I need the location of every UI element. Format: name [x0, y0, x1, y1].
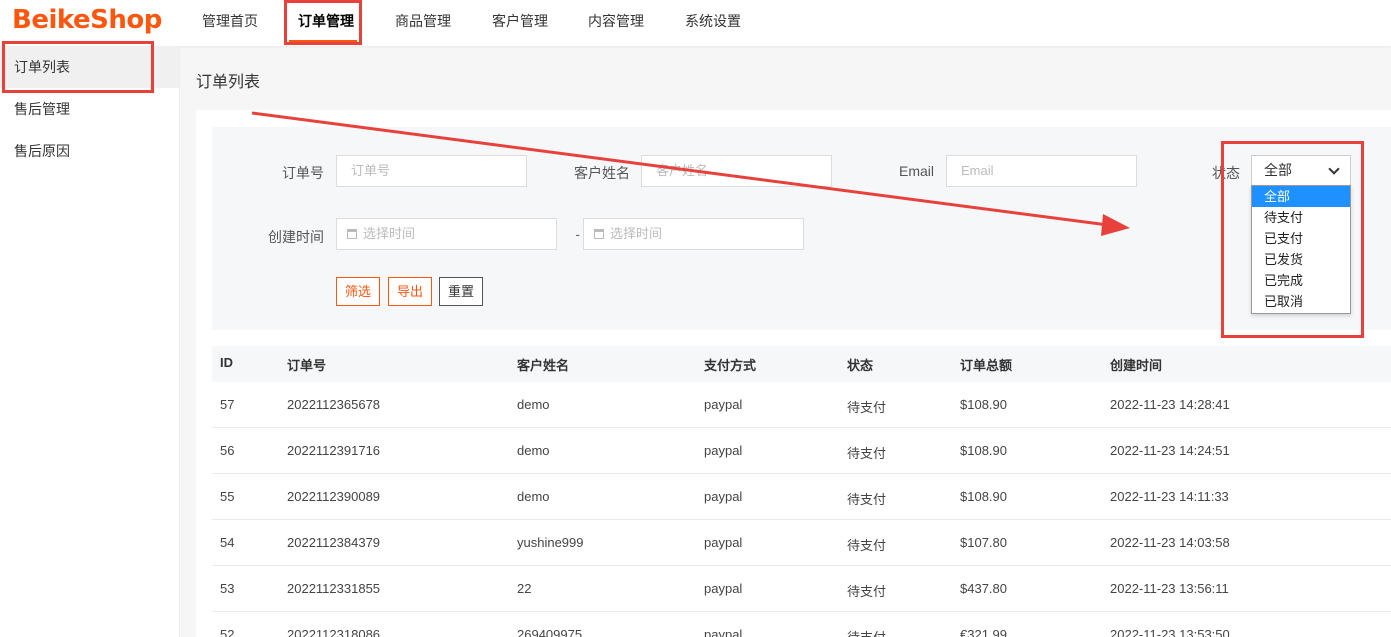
cell-status: 待支付 [847, 400, 887, 415]
cell-status: 待支付 [847, 538, 887, 553]
start-date-placeholder: 选择时间 [363, 226, 416, 241]
cell-customer: 269409975 [517, 627, 583, 637]
cell-id: 55 [220, 489, 235, 504]
cell-order-no: 2022112390089 [287, 489, 381, 504]
cell-status: 待支付 [847, 446, 887, 461]
sidebar-item-after-sales[interactable]: 售后管理 [0, 88, 179, 130]
cell-status: 待支付 [847, 627, 886, 637]
table-header: ID 订单号 客户姓名 支付方式 状态 订单总额 创建时间 [212, 346, 1391, 382]
calendar-icon [347, 229, 357, 239]
annotation-highlight-status-dropdown [1221, 141, 1364, 338]
customer-name-label: 客户姓名 [574, 165, 630, 181]
brand-logo[interactable]: BeikeShop [12, 5, 162, 35]
column-header-created: 创建时间 [1110, 358, 1163, 373]
cell-customer: demo [517, 443, 550, 458]
cell-payment: paypal [704, 627, 743, 637]
cell-total: $108.90 [960, 397, 1007, 412]
cell-id: 57 [220, 397, 235, 412]
annotation-highlight-sidebar-order-list [2, 41, 154, 93]
cell-status: 待支付 [847, 492, 887, 507]
cell-id: 54 [220, 535, 235, 550]
date-range-separator: - [575, 226, 580, 242]
cell-payment: paypal [704, 489, 743, 504]
sidebar: 订单列表 售后管理 售后原因 [0, 46, 180, 637]
cell-order-no: 2022112365678 [287, 397, 381, 412]
cell-total: $107.80 [960, 535, 1007, 550]
cell-status: 待支付 [847, 584, 887, 599]
cell-created: 2022-11-23 14:03:58 [1110, 535, 1230, 550]
export-button[interactable]: 导出 [388, 277, 433, 306]
column-header-id: ID [220, 355, 233, 370]
cell-created: 2022-11-23 14:28:41 [1110, 397, 1230, 412]
column-header-payment: 支付方式 [704, 358, 757, 373]
cell-order-no: 2022112331855 [287, 581, 381, 596]
cell-created: 2022-11-23 14:11:33 [1110, 489, 1229, 504]
nav-item-products[interactable]: 商品管理 [395, 11, 451, 31]
table-row[interactable]: 52 2022112318086 269409975 paypal 待支付 €3… [212, 612, 1391, 637]
email-input[interactable]: Email [946, 155, 1137, 187]
cell-customer: demo [517, 489, 550, 504]
page-title: 订单列表 [196, 74, 261, 91]
cell-customer: yushine999 [517, 535, 584, 550]
cell-total: $108.90 [960, 443, 1007, 458]
cell-total: $108.90 [960, 489, 1007, 504]
cell-customer: demo [517, 397, 550, 412]
cell-created: 2022-11-23 14:24:51 [1110, 443, 1230, 458]
cell-payment: paypal [704, 397, 743, 412]
nav-item-content[interactable]: 内容管理 [588, 11, 644, 31]
cell-order-no: 2022112391716 [287, 443, 381, 458]
cell-total: $437.80 [960, 581, 1007, 596]
column-header-order-no: 订单号 [287, 358, 327, 373]
table-row[interactable]: 56 2022112391716 demo paypal 待支付 $108.90… [212, 428, 1391, 474]
cell-id: 53 [220, 581, 235, 596]
calendar-icon [594, 229, 604, 239]
created-time-label: 创建时间 [268, 229, 324, 245]
order-no-label: 订单号 [282, 165, 324, 181]
reset-button[interactable]: 重置 [439, 277, 484, 306]
cell-order-no: 2022112384379 [287, 535, 381, 550]
cell-order-no: 2022112318086 [287, 627, 381, 637]
cell-customer: 22 [517, 581, 532, 596]
table-row[interactable]: 55 2022112390089 demo paypal 待支付 $108.90… [212, 474, 1391, 520]
customer-name-input[interactable]: 客户姓名 [641, 155, 832, 187]
order-no-input[interactable]: 订单号 [336, 155, 527, 187]
cell-created: 2022-11-23 13:56:11 [1110, 581, 1229, 596]
cell-created: 2022-11-23 13:53:50 [1110, 627, 1230, 637]
sidebar-item-after-sales-reasons[interactable]: 售后原因 [0, 130, 179, 172]
top-navbar: BeikeShop 管理首页 订单管理 商品管理 客户管理 内容管理 系统设置 [0, 0, 1391, 46]
column-header-total: 订单总额 [960, 358, 1013, 373]
table-row[interactable]: 53 2022112331855 22 paypal 待支付 $437.80 2… [212, 566, 1391, 612]
start-date-input[interactable]: 选择时间 [336, 218, 557, 250]
nav-item-customers[interactable]: 客户管理 [492, 11, 548, 31]
table-row[interactable]: 54 2022112384379 yushine999 paypal 待支付 $… [212, 520, 1391, 566]
column-header-status: 状态 [847, 358, 874, 373]
cell-id: 56 [220, 443, 235, 458]
cell-payment: paypal [704, 443, 743, 458]
email-label: Email [898, 163, 934, 179]
annotation-highlight-nav-orders [284, 0, 362, 45]
filter-button[interactable]: 筛选 [336, 277, 381, 306]
cell-payment: paypal [704, 535, 743, 550]
cell-payment: paypal [704, 581, 743, 596]
cell-id: 52 [220, 627, 235, 637]
column-header-customer: 客户姓名 [517, 358, 570, 373]
end-date-input[interactable]: 选择时间 [583, 218, 804, 250]
nav-item-dashboard[interactable]: 管理首页 [202, 11, 258, 31]
nav-item-settings[interactable]: 系统设置 [685, 11, 741, 31]
table-row[interactable]: 57 2022112365678 demo paypal 待支付 $108.90… [212, 382, 1391, 428]
end-date-placeholder: 选择时间 [610, 226, 663, 241]
cell-total: €321.99 [960, 627, 1007, 637]
